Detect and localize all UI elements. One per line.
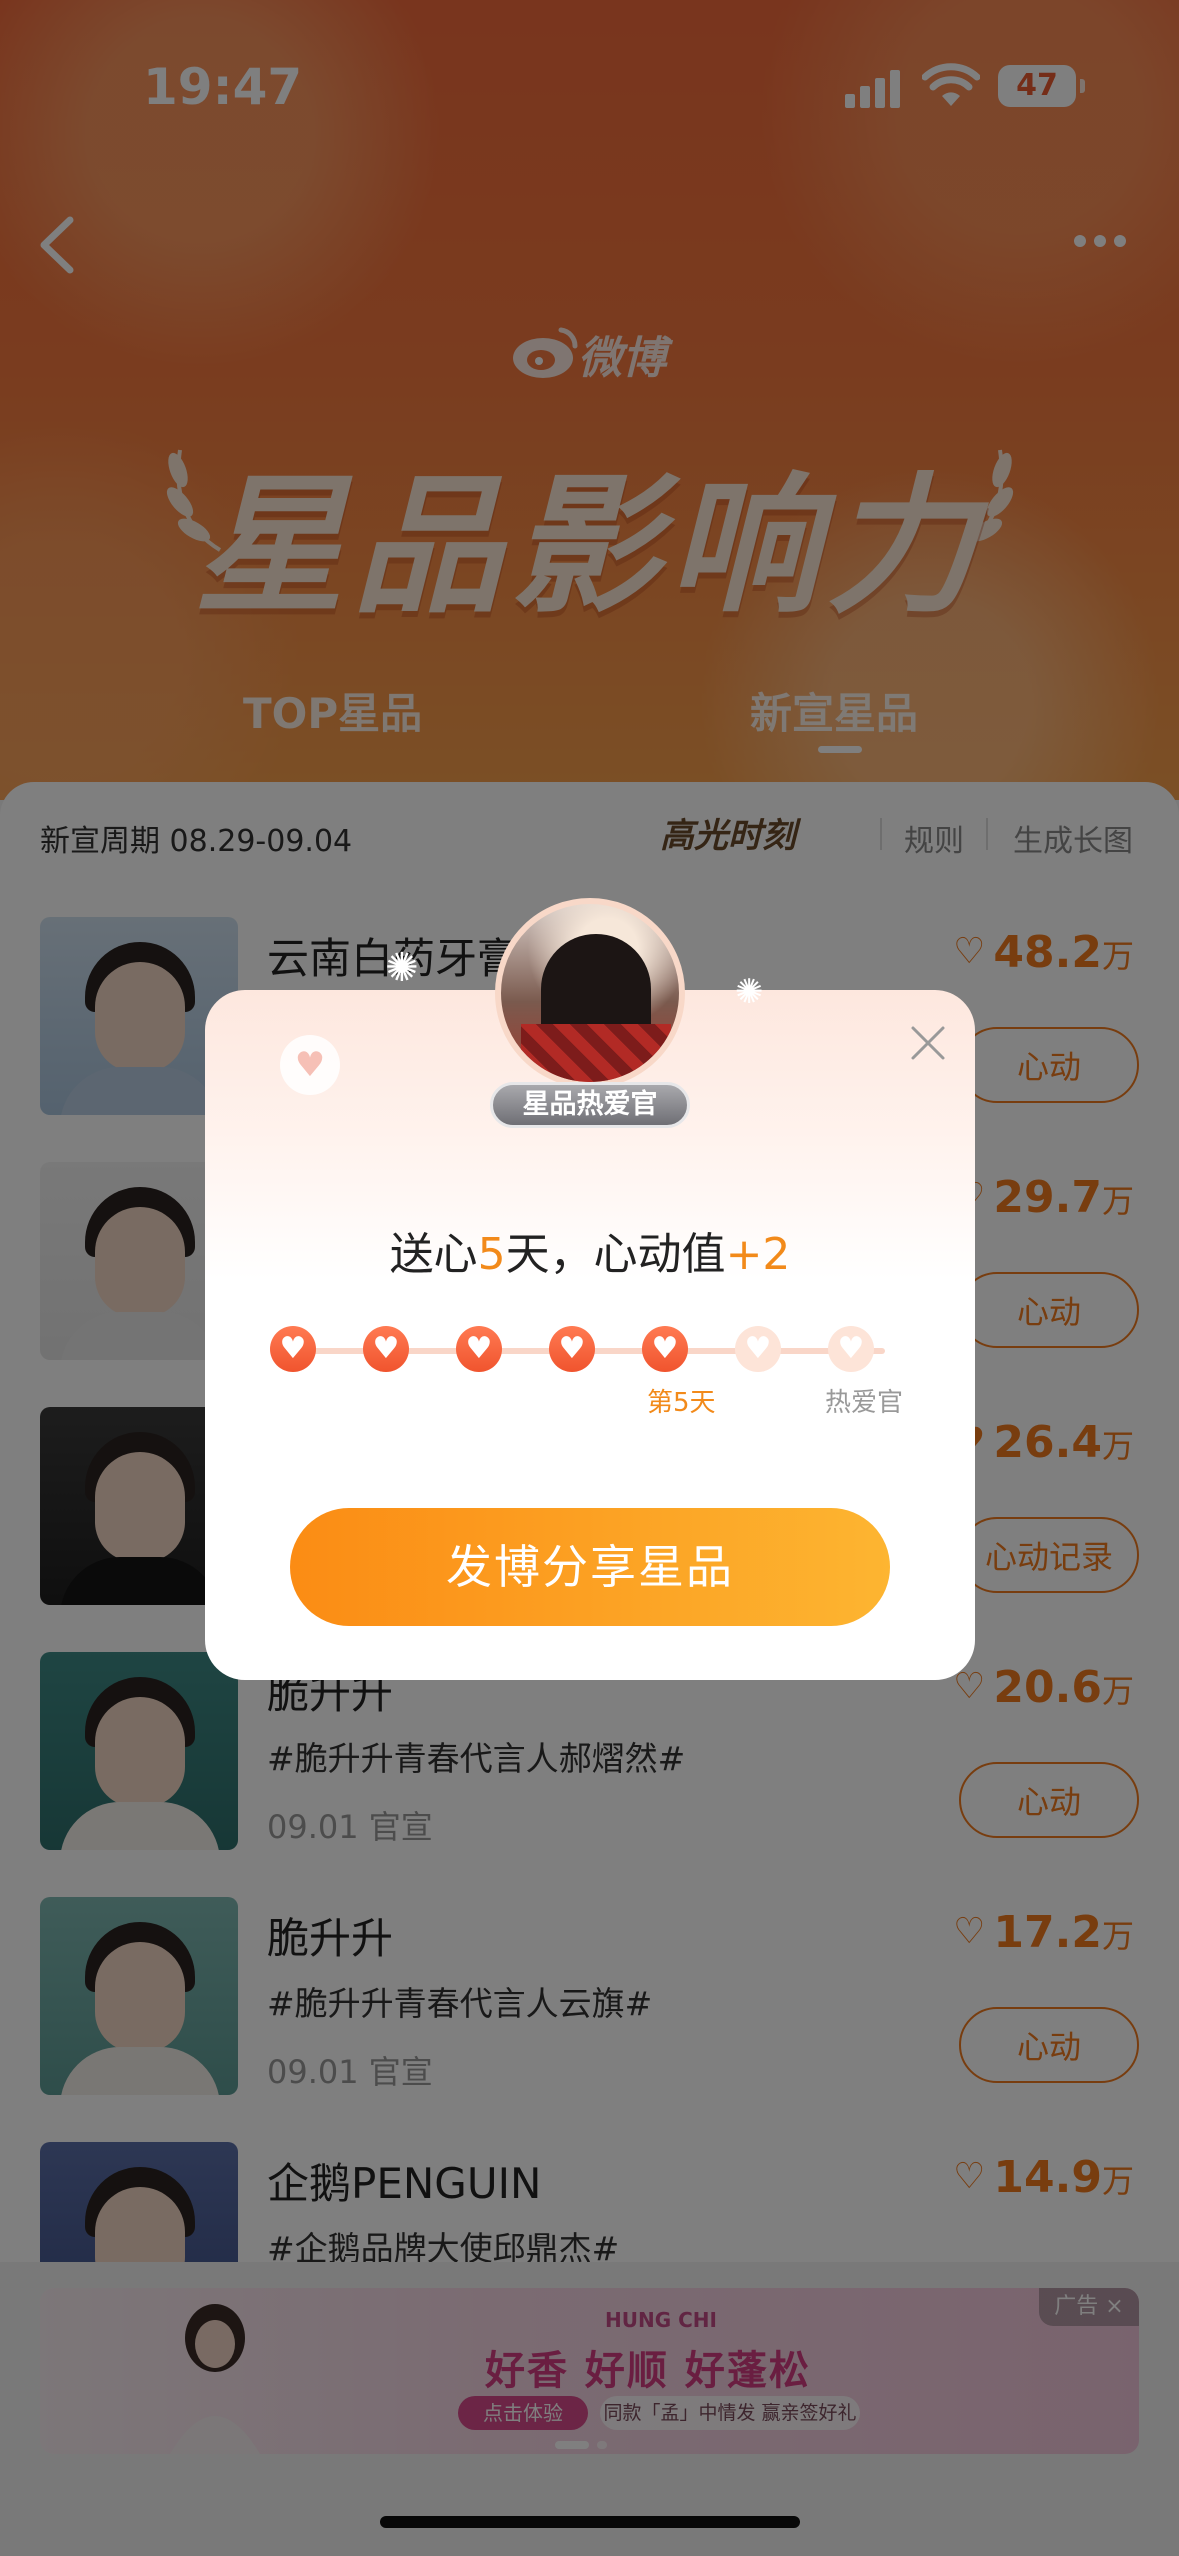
modal-title: 送心5天，心动值+2 [389, 1229, 791, 1280]
streak-day-7-heart-icon: ♥ [828, 1326, 874, 1372]
floating-heart-icon: ♥ [280, 1035, 340, 1095]
streak-day-2-heart-icon: ♥ [363, 1326, 409, 1372]
streak-reward-modal: ✺ ✺ ♥ 星品热爱官 送心5天，心动值+2 ♥ ♥ ♥ ♥ ♥ ♥ ♥ 第5天… [205, 898, 975, 1680]
sparkle-icon: ✺ [735, 972, 764, 1012]
streak-day-6-heart-icon: ♥ [735, 1326, 781, 1372]
share-post-button[interactable]: 发博分享星品 [290, 1508, 890, 1626]
fan-badge: 星品热爱官 [490, 1082, 690, 1128]
streak-day-5-heart-icon: ♥ [642, 1326, 688, 1372]
close-icon[interactable] [905, 1020, 951, 1066]
avatar [495, 898, 685, 1088]
streak-day-3-heart-icon: ♥ [456, 1326, 502, 1372]
fan-title-label: 热爱官 [825, 1388, 904, 1418]
sparkle-icon: ✺ [385, 945, 419, 991]
step-5-label: 第5天 [647, 1388, 716, 1418]
streak-day-4-heart-icon: ♥ [549, 1326, 595, 1372]
streak-day-1-heart-icon: ♥ [270, 1326, 316, 1372]
